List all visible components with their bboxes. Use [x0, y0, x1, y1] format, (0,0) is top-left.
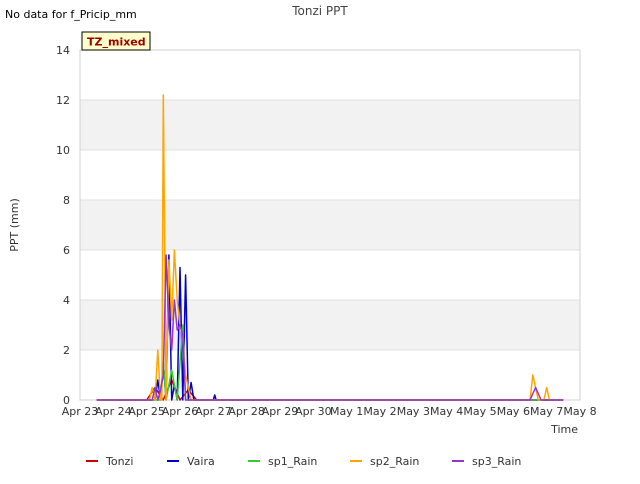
x-tick-label: May 1 — [330, 405, 363, 418]
legend-label: sp2_Rain — [370, 455, 419, 468]
x-tick-label: May 3 — [397, 405, 430, 418]
x-tick-label: Apr 25 — [128, 405, 165, 418]
y-axis: 02468101214 — [56, 44, 70, 407]
x-tick-label: May 5 — [463, 405, 496, 418]
x-axis-label: Time — [550, 423, 578, 436]
x-tick-label: Apr 23 — [62, 405, 99, 418]
x-tick-label: Apr 29 — [262, 405, 299, 418]
chart-canvas: No data for f_Pricip_mm Tonzi PPT 024681… — [5, 4, 597, 468]
x-tick-label: Apr 24 — [95, 405, 132, 418]
x-tick-label: May 2 — [363, 405, 396, 418]
grid-band — [80, 300, 580, 350]
y-tick-label: 8 — [63, 194, 70, 207]
legend-label: Vaira — [187, 455, 215, 468]
x-tick-label: May 6 — [497, 405, 530, 418]
x-tick-label: Apr 30 — [295, 405, 332, 418]
x-tick-label: Apr 26 — [162, 405, 199, 418]
no-data-notice: No data for f_Pricip_mm — [5, 8, 137, 21]
grid-band — [80, 100, 580, 150]
x-tick-label: May 8 — [563, 405, 596, 418]
y-tick-label: 12 — [56, 94, 70, 107]
x-tick-label: May 7 — [530, 405, 563, 418]
y-tick-label: 14 — [56, 44, 70, 57]
x-tick-label: May 4 — [430, 405, 463, 418]
x-tick-label: Apr 27 — [195, 405, 232, 418]
chart-title: Tonzi PPT — [291, 4, 348, 18]
x-tick-label: Apr 28 — [228, 405, 265, 418]
chart: No data for f_Pricip_mm Tonzi PPT 024681… — [0, 0, 640, 480]
y-tick-label: 4 — [63, 294, 70, 307]
y-tick-label: 6 — [63, 244, 70, 257]
legend-label: Tonzi — [105, 455, 133, 468]
y-tick-label: 10 — [56, 144, 70, 157]
y-axis-label: PPT (mm) — [8, 198, 21, 252]
y-tick-label: 2 — [63, 344, 70, 357]
annotation-box: TZ_mixed — [81, 31, 151, 51]
x-axis: Apr 23Apr 24Apr 25Apr 26Apr 27Apr 28Apr … — [62, 405, 597, 418]
grid-band — [80, 200, 580, 250]
legend: Tonzi Vaira sp1_Rain sp2_Rain sp3_Rain — [86, 455, 521, 468]
grid-bands — [80, 100, 580, 350]
annotation-label: TZ_mixed — [87, 36, 146, 49]
legend-label: sp3_Rain — [472, 455, 521, 468]
legend-label: sp1_Rain — [268, 455, 317, 468]
